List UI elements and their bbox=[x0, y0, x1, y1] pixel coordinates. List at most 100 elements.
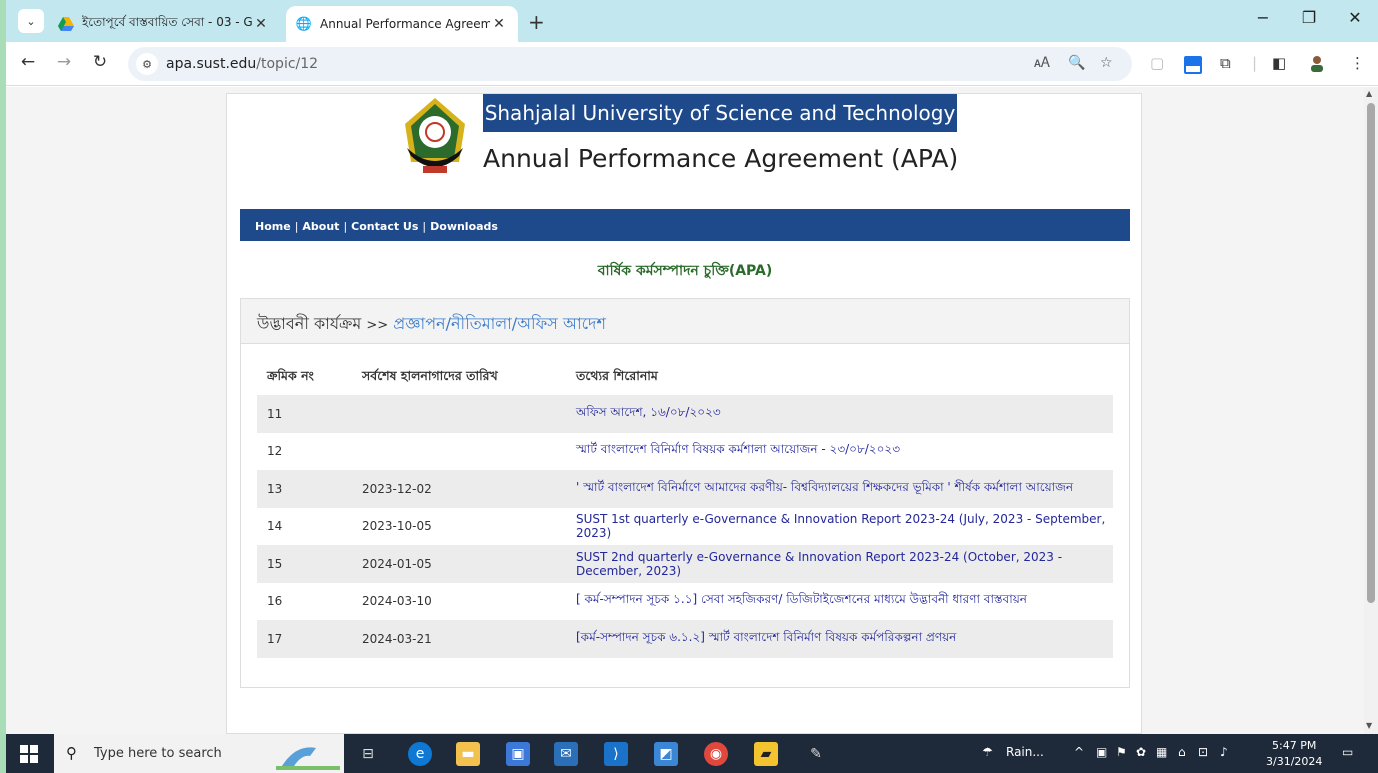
profile-avatar[interactable] bbox=[1308, 54, 1326, 76]
tray-app-icon[interactable]: ▦ bbox=[1156, 745, 1167, 759]
col-date: সর্বশেষ হালনাগাদের তারিখ bbox=[362, 368, 498, 383]
google-drive-icon bbox=[58, 16, 74, 32]
extensions-icon[interactable]: ⧉ bbox=[1220, 54, 1231, 72]
paint-icon[interactable]: ✎ bbox=[804, 742, 828, 766]
restore-button[interactable]: ❐ bbox=[1294, 8, 1324, 27]
row-date: 2023-10-05 bbox=[362, 519, 432, 534]
row-title-link[interactable]: SUST 2nd quarterly e-Governance & Innova… bbox=[566, 545, 1113, 583]
scroll-thumb[interactable] bbox=[1367, 103, 1375, 603]
page-viewport: Shahjalal University of Science and Tech… bbox=[6, 87, 1364, 734]
browser-window: ⌄ ইতোপূর্বে বাস্তবায়িত সেবা - 03 - G ✕ … bbox=[6, 0, 1378, 773]
breadcrumb-current[interactable]: প্রজ্ঞাপন/নীতিমালা/অফিস আদেশ bbox=[393, 314, 606, 333]
photos-icon[interactable]: ◩ bbox=[654, 742, 678, 766]
documents-table: ক্রমিক নং সর্বশেষ হালনাগাদের তারিখ তথ্যে… bbox=[257, 361, 1113, 658]
minimize-button[interactable]: − bbox=[1248, 8, 1278, 27]
tray-app-icon[interactable]: ⌂ bbox=[1178, 745, 1186, 759]
weather-label[interactable]: Rain... bbox=[1006, 745, 1044, 759]
close-tab-icon[interactable]: ✕ bbox=[252, 16, 270, 32]
sticky-notes-icon[interactable]: ▰ bbox=[754, 742, 778, 766]
tab-apa[interactable]: 🌐 Annual Performance Agreemen ✕ bbox=[286, 6, 518, 42]
tray-app-icon[interactable]: ✿ bbox=[1136, 745, 1146, 759]
zoom-icon[interactable]: 🔍 bbox=[1068, 55, 1085, 71]
sidepanel-icon[interactable]: ◧ bbox=[1272, 54, 1286, 72]
translate-icon[interactable]: 🗚 bbox=[1034, 55, 1050, 71]
task-view-icon[interactable]: ⊟ bbox=[356, 742, 380, 766]
tray-app-icon[interactable]: ⚑ bbox=[1116, 745, 1127, 759]
table-header-row: ক্রমিক নং সর্বশেষ হালনাগাদের তারিখ তথ্যে… bbox=[257, 361, 1113, 395]
windows-start-icon[interactable] bbox=[20, 745, 38, 763]
close-tab-icon[interactable]: ✕ bbox=[490, 16, 508, 32]
vertical-scrollbar[interactable]: ▲ ▼ bbox=[1364, 87, 1378, 734]
page-heading: বার্ষিক কর্মসম্পাদন চুক্তি(APA) bbox=[597, 263, 773, 279]
breadcrumb: উদ্ভাবনী কার্যক্রম >> প্রজ্ঞাপন/নীতিমালা… bbox=[241, 299, 1129, 344]
main-nav: Home | About | Contact Us | Downloads bbox=[240, 209, 1130, 241]
nav-about[interactable]: About bbox=[302, 220, 339, 233]
col-serial: ক্রমিক নং bbox=[267, 368, 314, 383]
weather-icon[interactable]: ☂ bbox=[982, 745, 993, 759]
scroll-down-icon[interactable]: ▼ bbox=[1366, 721, 1372, 730]
table-row: 13 2023-12-02 ' স্মার্ট বাংলাদেশ বিনির্ম… bbox=[257, 470, 1113, 508]
scroll-up-icon[interactable]: ▲ bbox=[1366, 89, 1372, 98]
forward-button[interactable]: → bbox=[52, 52, 76, 72]
page-container: Shahjalal University of Science and Tech… bbox=[226, 93, 1142, 734]
new-extension-icon[interactable] bbox=[1182, 54, 1204, 80]
clock-date: 3/31/2024 bbox=[1266, 755, 1323, 768]
address-bar[interactable]: ⚙ apa.sust.edu/topic/12 🗚 🔍 ☆ bbox=[128, 47, 1132, 81]
row-date bbox=[352, 433, 566, 471]
back-button[interactable]: ← bbox=[16, 52, 40, 72]
search-placeholder: Type here to search bbox=[94, 746, 222, 761]
extension-icon[interactable]: ▢ bbox=[1150, 54, 1164, 72]
nav-contact[interactable]: Contact Us bbox=[351, 220, 418, 233]
row-date bbox=[352, 395, 566, 433]
file-explorer-icon[interactable]: ▬ bbox=[456, 742, 480, 766]
row-title-link[interactable]: SUST 1st quarterly e-Governance & Innova… bbox=[566, 508, 1113, 546]
tab-title: Annual Performance Agreemen bbox=[320, 17, 490, 31]
new-tab-button[interactable]: + bbox=[528, 10, 545, 34]
url-text[interactable]: apa.sust.edu/topic/12 bbox=[166, 56, 318, 72]
globe-icon: 🌐 bbox=[295, 16, 313, 32]
row-title-link[interactable]: [ কর্ম-সম্পাদন সূচক ১.১] সেবা সহজিকরণ/ ড… bbox=[566, 583, 1113, 621]
tab-title: ইতোপূর্বে বাস্তবায়িত সেবা - 03 - G bbox=[82, 15, 252, 29]
row-title-link[interactable]: অফিস আদেশ, ১৬/০৮/২০২৩ bbox=[566, 395, 1113, 433]
toolbar-divider: | bbox=[1252, 54, 1258, 72]
row-date: 2024-01-05 bbox=[352, 545, 566, 583]
row-serial: 16 bbox=[267, 594, 283, 609]
notification-icon[interactable]: ▭ bbox=[1342, 745, 1353, 759]
store-icon[interactable]: ▣ bbox=[506, 742, 530, 766]
close-window-button[interactable]: ✕ bbox=[1340, 8, 1370, 27]
browser-toolbar: ← → ↻ ⚙ apa.sust.edu/topic/12 🗚 🔍 ☆ ▢ ⧉ … bbox=[6, 42, 1378, 86]
menu-icon[interactable]: ⋮ bbox=[1350, 54, 1365, 72]
row-serial: 11 bbox=[257, 395, 352, 433]
tray-app-icon[interactable]: ▣ bbox=[1096, 745, 1107, 759]
col-title: তথ্যের শিরোনাম bbox=[576, 368, 658, 383]
site-info-icon[interactable]: ⚙ bbox=[136, 53, 158, 75]
search-icon: ⚲ bbox=[66, 744, 77, 762]
nav-home[interactable]: Home bbox=[255, 220, 291, 233]
page-subtitle: Annual Performance Agreement (APA) bbox=[483, 144, 959, 173]
vscode-icon[interactable]: ⟩ bbox=[604, 742, 628, 766]
tab-drive[interactable]: ইতোপূর্বে বাস্তবায়িত সেবা - 03 - G ✕ bbox=[48, 6, 280, 42]
row-title-link[interactable]: ' স্মার্ট বাংলাদেশ বিনির্মাণে আমাদের করণ… bbox=[566, 470, 1113, 508]
chrome-icon[interactable]: ◉ bbox=[704, 742, 728, 766]
edge-icon[interactable]: e bbox=[408, 742, 432, 766]
nav-separator: | bbox=[343, 220, 348, 233]
row-serial: 12 bbox=[267, 444, 283, 459]
taskbar-search[interactable]: ⚲ Type here to search bbox=[54, 734, 344, 773]
windows-taskbar: ⚲ Type here to search ⊟ e ▬ ▣ ✉ ⟩ ◩ ◉ ▰ … bbox=[6, 734, 1378, 773]
volume-icon[interactable]: ♪ bbox=[1220, 745, 1228, 759]
reload-button[interactable]: ↻ bbox=[88, 52, 112, 72]
mail-icon[interactable]: ✉ bbox=[554, 742, 578, 766]
breadcrumb-arrow: >> bbox=[366, 318, 389, 333]
star-icon[interactable]: ☆ bbox=[1100, 55, 1113, 71]
network-icon[interactable]: ⊡ bbox=[1198, 745, 1208, 759]
nav-downloads[interactable]: Downloads bbox=[430, 220, 498, 233]
tray-chevron-icon[interactable]: ^ bbox=[1074, 745, 1084, 759]
row-title-link[interactable]: [কর্ম-সম্পাদন সূচক ৬.১.২] স্মার্ট বাংলাদ… bbox=[566, 620, 1113, 658]
tab-search-button[interactable]: ⌄ bbox=[18, 9, 44, 33]
taskbar-clock[interactable]: 5:47 PM 3/31/2024 bbox=[1266, 738, 1322, 770]
row-serial: 14 bbox=[267, 519, 283, 534]
breadcrumb-root: উদ্ভাবনী কার্যক্রম bbox=[257, 314, 362, 333]
heron-illustration bbox=[276, 747, 340, 770]
university-title: Shahjalal University of Science and Tech… bbox=[483, 94, 957, 132]
row-title-link[interactable]: স্মার্ট বাংলাদেশ বিনির্মাণ বিষয়ক কর্মশা… bbox=[566, 433, 1113, 471]
